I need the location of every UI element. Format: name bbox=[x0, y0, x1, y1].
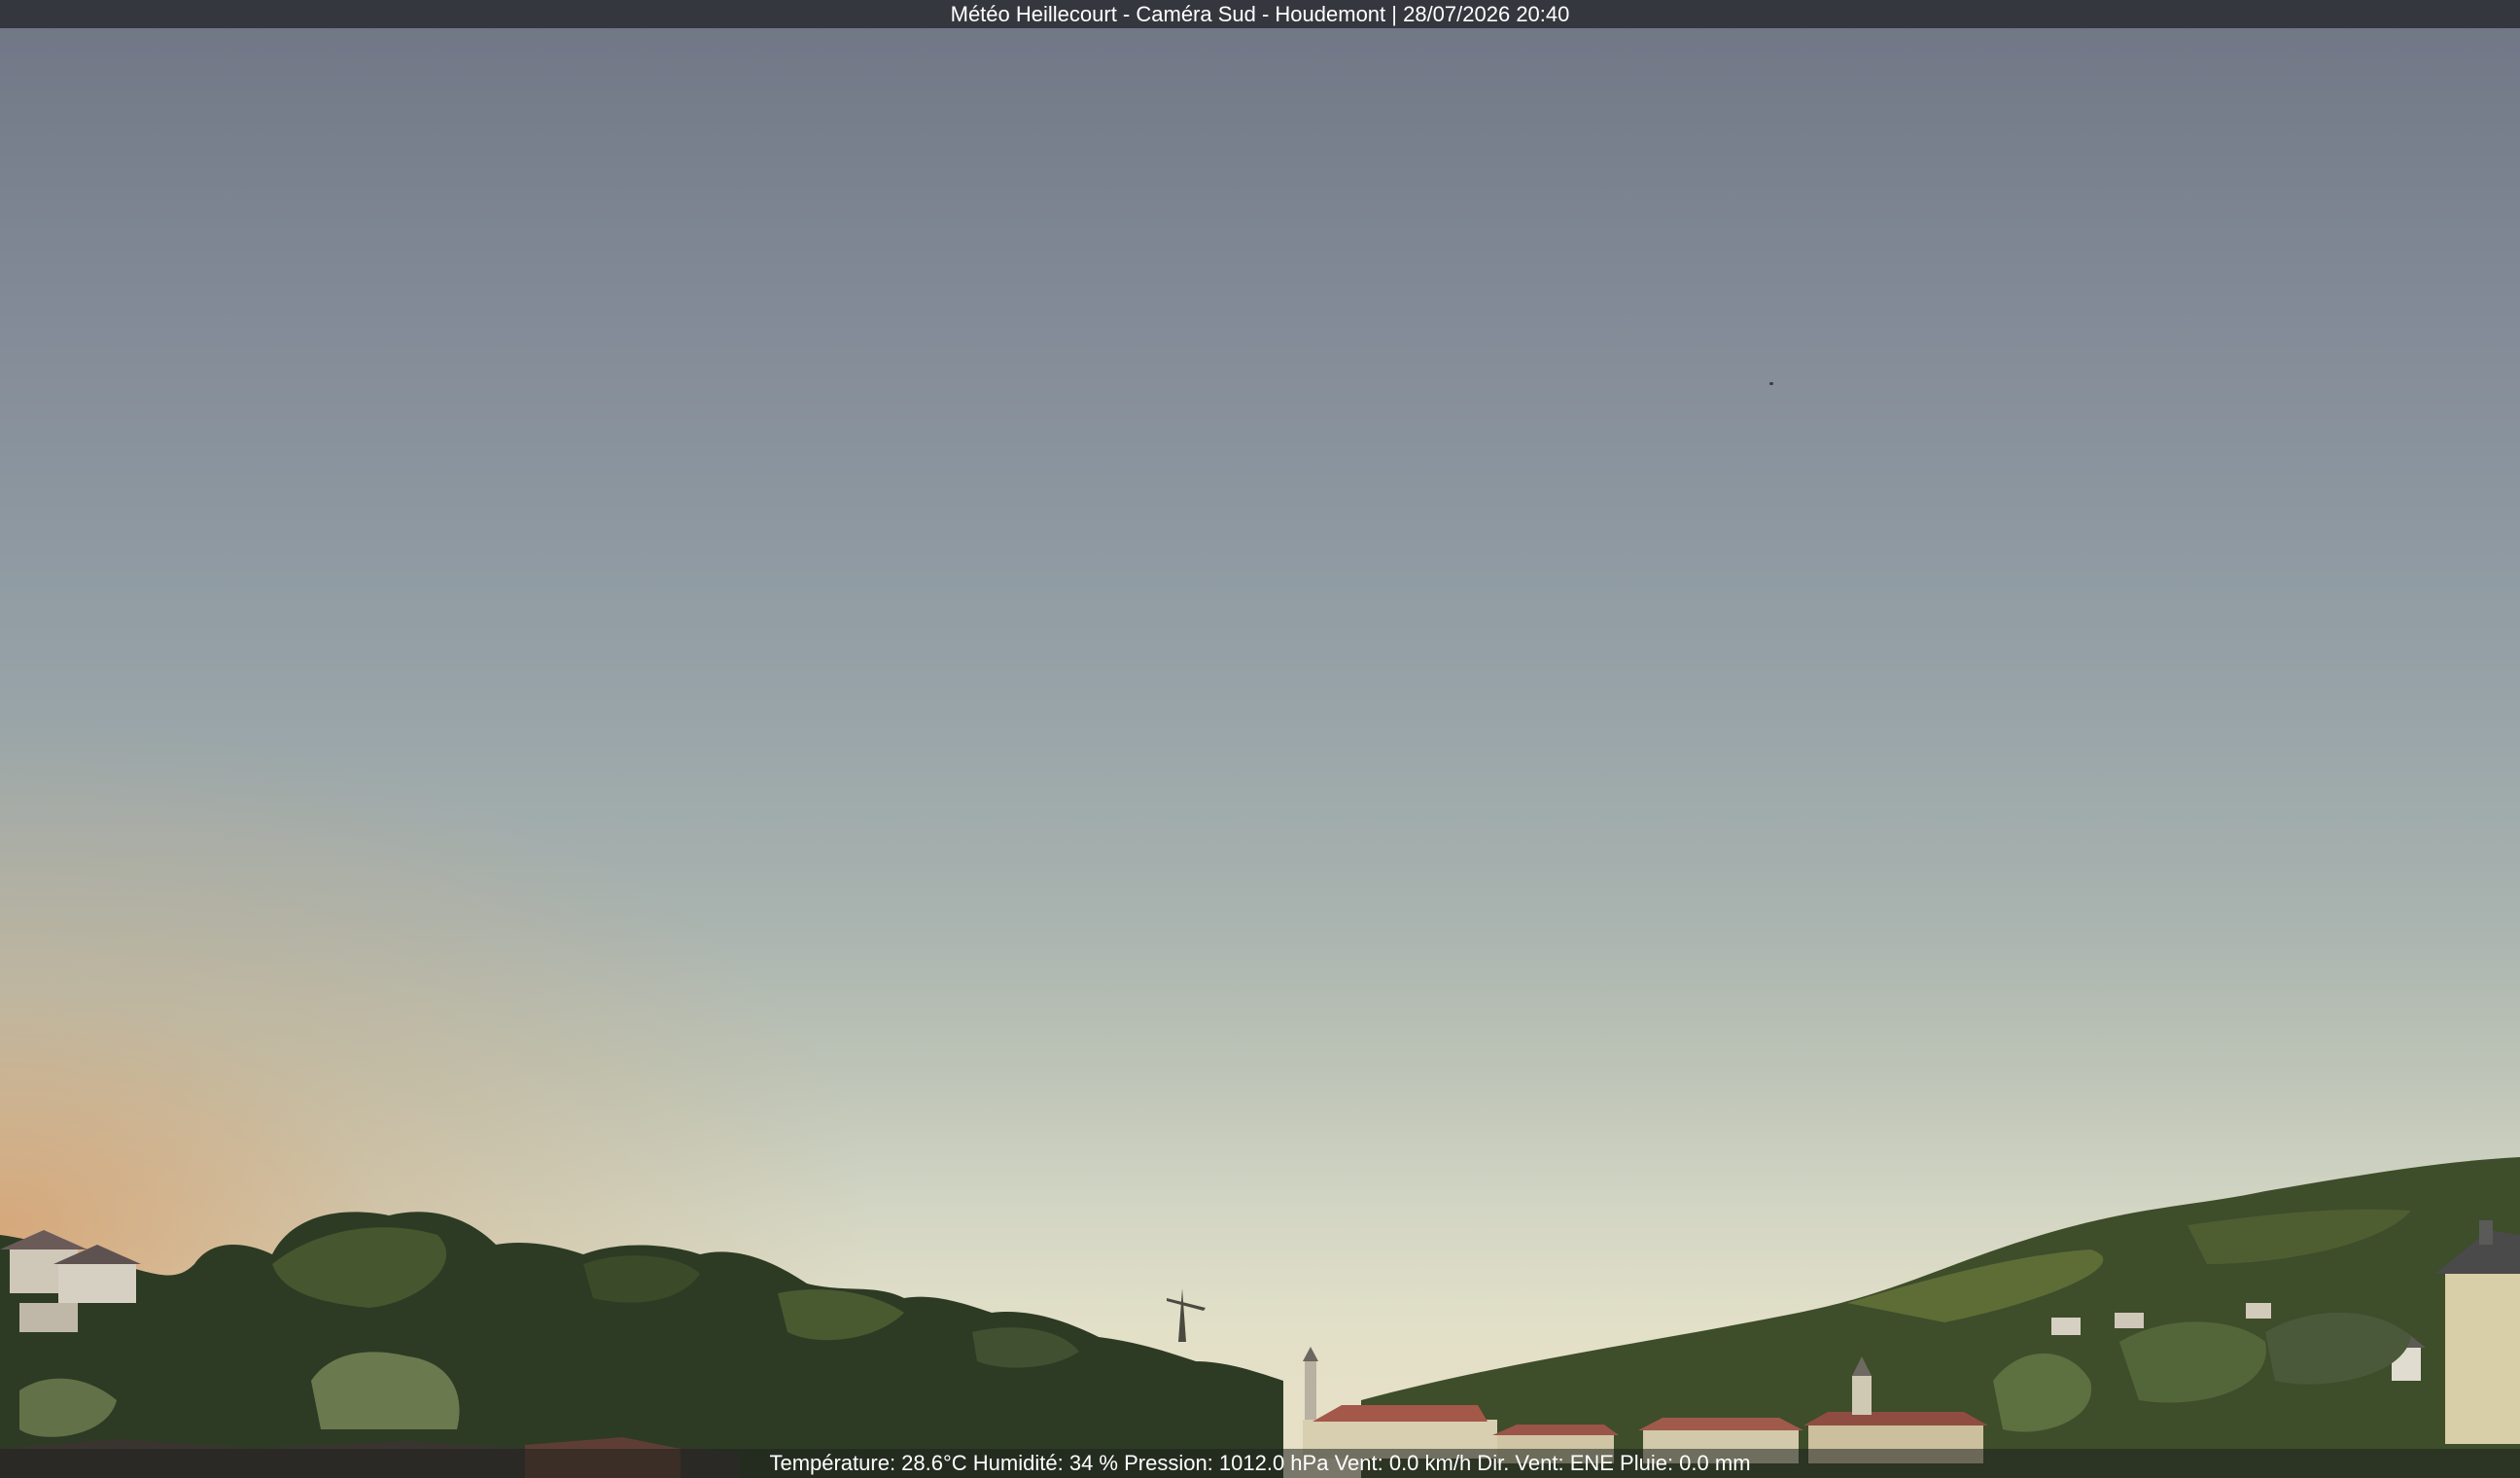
crane bbox=[1167, 1288, 1206, 1342]
webcam-frame: Météo Heillecourt - Caméra Sud - Houdemo… bbox=[0, 0, 2520, 1478]
weather-readout-bar: Température: 28.6°C Humidité: 34 % Press… bbox=[0, 1449, 2520, 1478]
left-treeline bbox=[0, 1212, 1283, 1478]
camera-title-bar: Météo Heillecourt - Caméra Sud - Houdemo… bbox=[0, 0, 2520, 28]
landscape bbox=[0, 1157, 2520, 1478]
camera-title: Météo Heillecourt - Caméra Sud - Houdemo… bbox=[950, 2, 1570, 26]
weather-readout: Température: 28.6°C Humidité: 34 % Press… bbox=[769, 1451, 1751, 1475]
